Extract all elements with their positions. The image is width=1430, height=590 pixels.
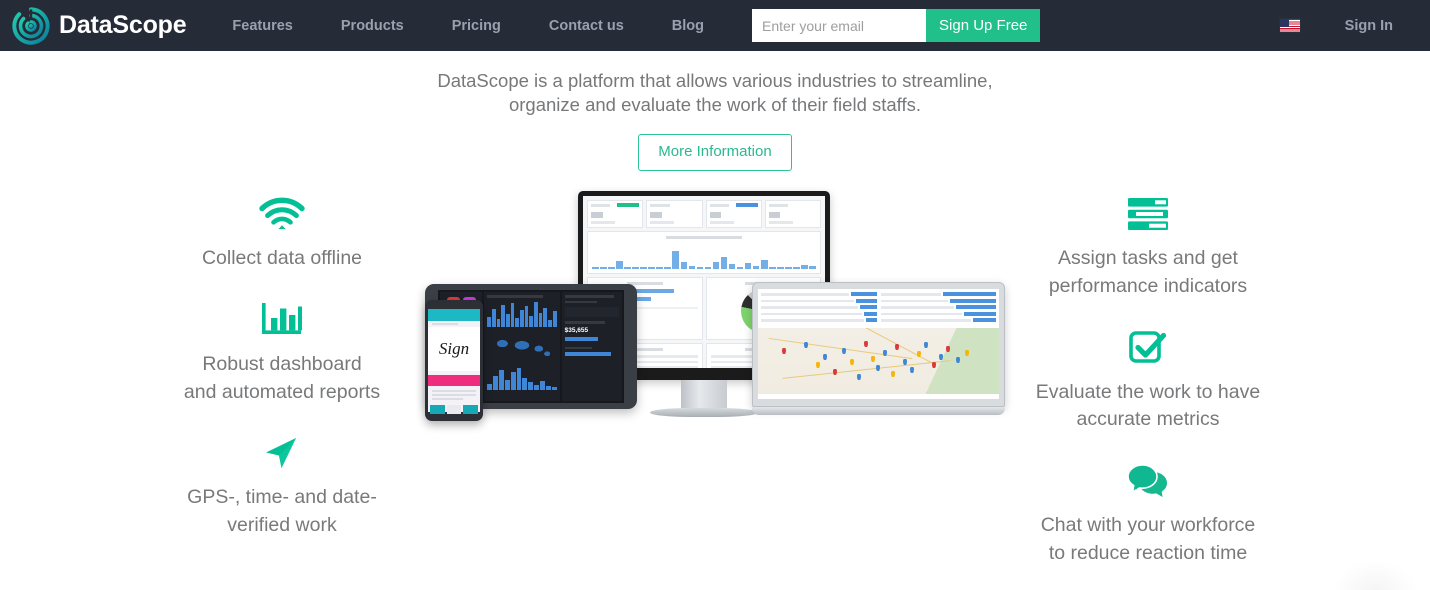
task-list-icon [1005, 191, 1291, 237]
feature-chat-workforce: Chat with your workforce to reduce react… [1005, 458, 1291, 567]
brand-logo-link[interactable]: DataScope [12, 6, 187, 45]
signup-form: Sign Up Free [752, 9, 1041, 42]
datascope-target-logo-icon [12, 6, 50, 45]
sign-up-free-button[interactable]: Sign Up Free [926, 9, 1041, 42]
hero-subtitle: DataScope is a platform that allows vari… [437, 70, 993, 116]
navigation-arrow-icon [139, 430, 425, 476]
signature-graphic: Sign [428, 327, 480, 372]
more-information-button[interactable]: More Information [638, 133, 792, 172]
feature-label: GPS-, time- and date- verified work [187, 486, 377, 537]
feature-robust-dashboard: Robust dashboard and automated reports [139, 297, 425, 406]
us-flag-icon[interactable] [1278, 18, 1301, 33]
top-navigation-bar: DataScope Features Products Pricing Cont… [0, 0, 1430, 51]
nav-item-features[interactable]: Features [208, 10, 316, 42]
chat-bubbles-icon [1005, 458, 1291, 504]
feature-label: Robust dashboard and automated reports [183, 353, 381, 403]
feature-label: Assign tasks and get performance indicat… [1048, 247, 1248, 297]
nav-links: Features Products Pricing Contact us Blo… [208, 10, 728, 42]
bar-chart-icon [139, 297, 425, 343]
wifi-icon [139, 191, 425, 237]
nav-right-group: Sign In [1278, 0, 1430, 51]
email-input[interactable] [752, 9, 927, 42]
nav-item-blog[interactable]: Blog [648, 10, 728, 42]
nav-item-products[interactable]: Products [317, 10, 428, 42]
feature-collect-data-offline: Collect data offline [139, 191, 425, 273]
smartphone-mockup: Sign [425, 300, 483, 422]
chat-widget-shadow[interactable] [1332, 559, 1418, 590]
checkbox-check-icon [1005, 325, 1291, 371]
features-and-devices: Collect data offline Robust dashboard an… [0, 183, 1430, 590]
brand-name: DataScope [59, 11, 187, 39]
hero-section: DataScope is a platform that allows vari… [0, 51, 1430, 172]
tablet-metric-value: $35,655 [564, 326, 589, 334]
laptop-map-screen [758, 289, 999, 400]
laptop-mockup [752, 282, 1005, 416]
feature-evaluate-work: Evaluate the work to have accurate metri… [1005, 325, 1291, 434]
feature-gps-verified-work: GPS-, time- and date- verified work [139, 430, 425, 539]
feature-label: Evaluate the work to have accurate metri… [1035, 380, 1261, 431]
tablet-world-map [487, 329, 557, 364]
nav-item-pricing[interactable]: Pricing [428, 10, 525, 42]
phone-signature-screen: Sign [428, 309, 480, 415]
feature-assign-tasks: Assign tasks and get performance indicat… [1005, 191, 1291, 300]
feature-label: Collect data offline [201, 247, 363, 270]
device-mockup-image: $35,655 Sign [425, 183, 1005, 433]
laptop-map-with-pins [758, 327, 999, 394]
right-feature-column: Assign tasks and get performance indicat… [1005, 183, 1291, 590]
nav-item-contact-us[interactable]: Contact us [525, 10, 648, 42]
feature-label: Chat with your workforce to reduce react… [1040, 514, 1256, 564]
left-feature-column: Collect data offline Robust dashboard an… [139, 183, 425, 590]
sign-in-link[interactable]: Sign In [1345, 18, 1430, 34]
